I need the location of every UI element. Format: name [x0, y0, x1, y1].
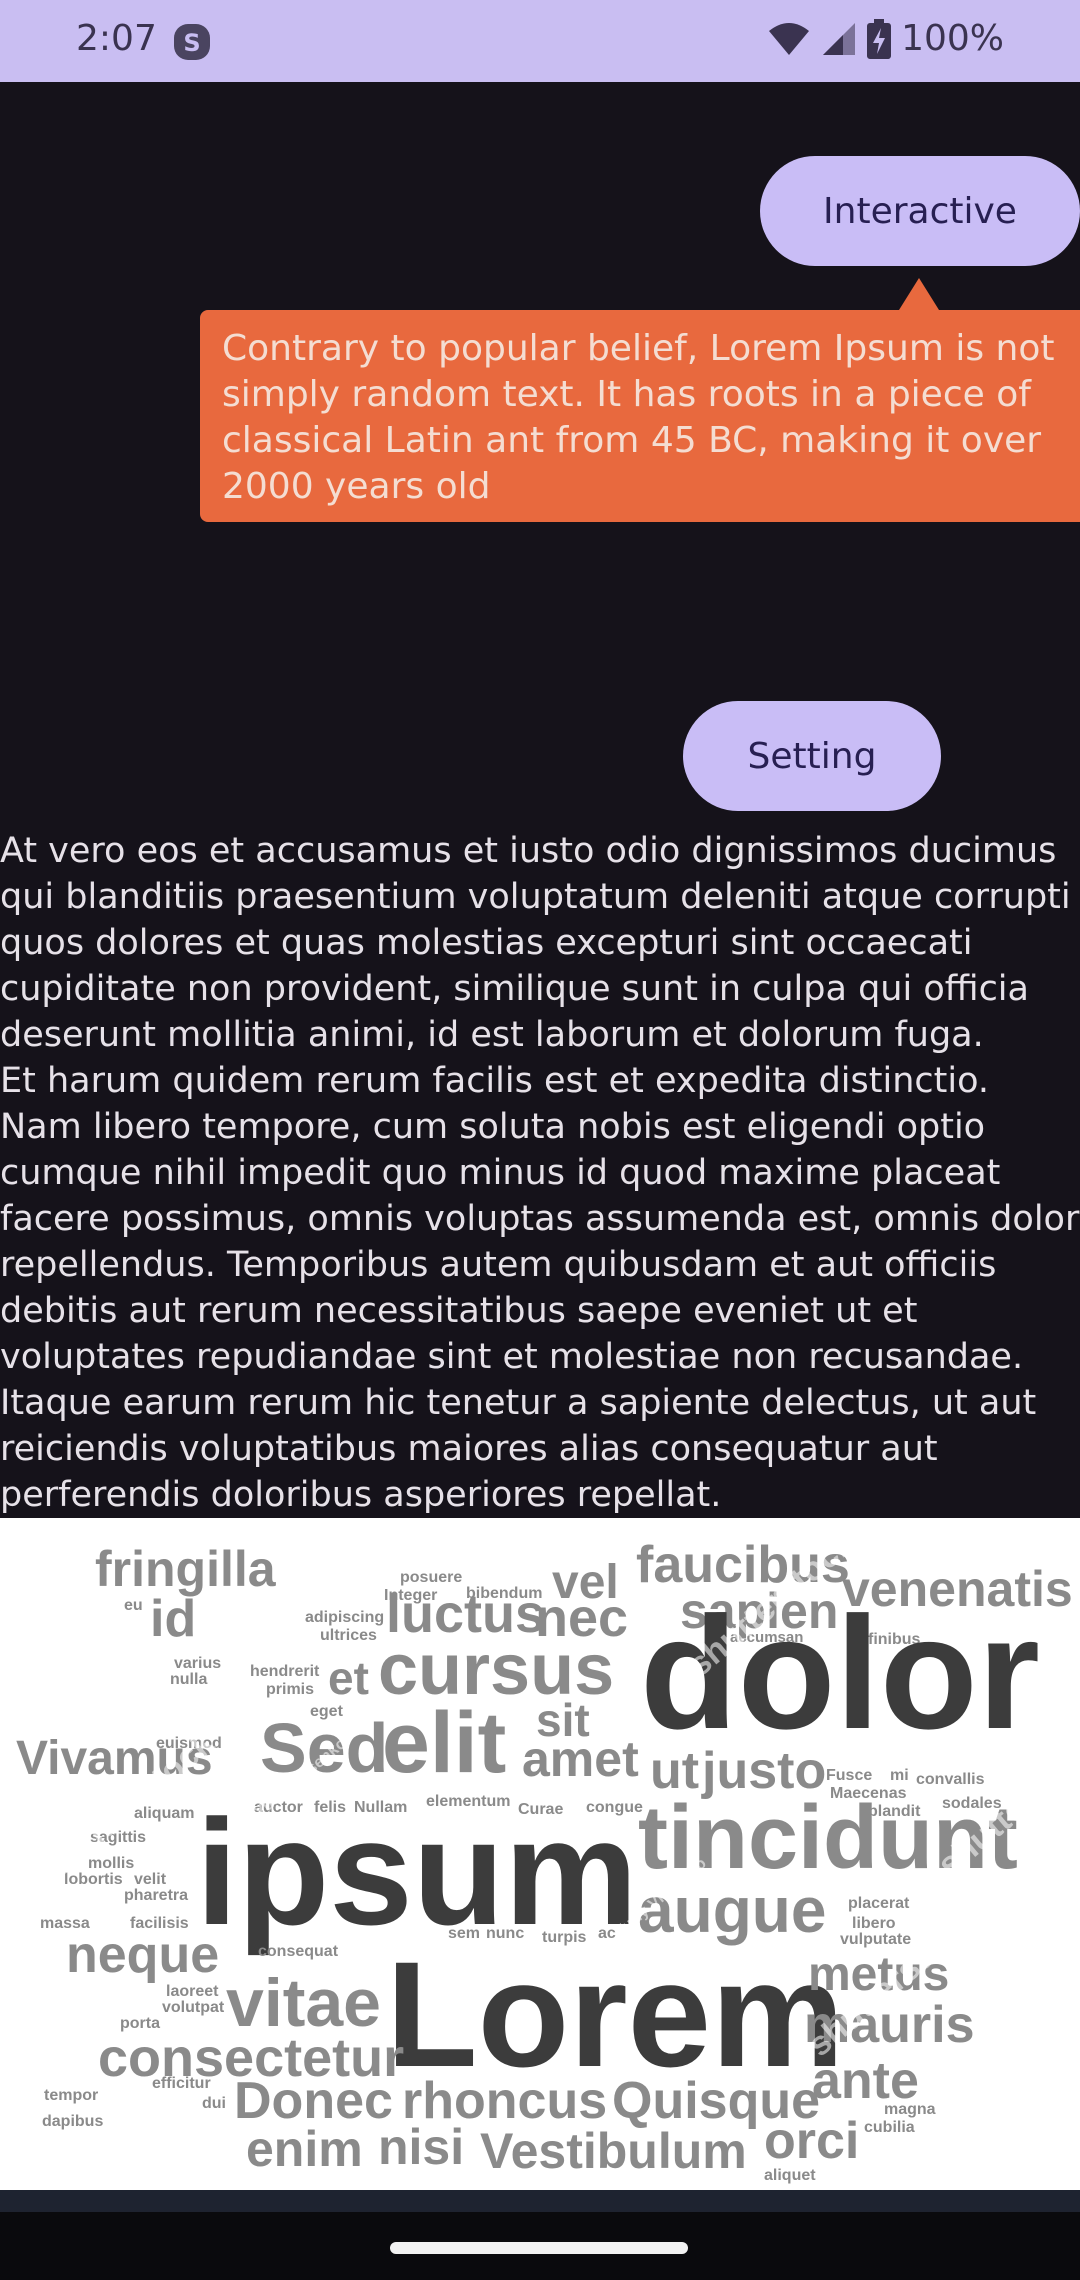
word-tempor: tempor: [44, 2087, 98, 2104]
word-cubilia: cubilia: [864, 2119, 915, 2136]
word-elit: elit: [382, 1695, 506, 1791]
word-enim: enim: [246, 2121, 363, 2177]
wifi-icon: [767, 21, 811, 57]
word-vel: vel: [552, 1556, 619, 1609]
word-libero: libero: [852, 1915, 896, 1932]
word-velit: velit: [134, 1871, 167, 1888]
setting-button[interactable]: Setting: [683, 701, 941, 811]
word-fringilla: fringilla: [95, 1541, 277, 1597]
skype-icon: S: [172, 22, 212, 62]
word-magna: magna: [884, 2101, 936, 2118]
word-dui: dui: [202, 2095, 226, 2112]
word-dapibus: dapibus: [42, 2113, 103, 2130]
word-ultrices: ultrices: [320, 1627, 377, 1644]
word-et: et: [328, 1652, 369, 1704]
body-text: At vero eos et accusamus et iusto odio d…: [0, 831, 1080, 1515]
word-varius: varius: [174, 1655, 221, 1672]
word-aliquet: aliquet: [764, 2167, 816, 2184]
status-time: 2:07: [76, 18, 157, 59]
word-nulla: nulla: [170, 1671, 207, 1688]
word-id: id: [150, 1590, 196, 1648]
word-volutpat: volutpat: [162, 1999, 225, 2016]
interactive-button[interactable]: Interactive: [760, 156, 1080, 266]
word-vulputate: vulputate: [840, 1931, 911, 1948]
word-orci: orci: [764, 2112, 859, 2170]
word-efficitur: efficitur: [152, 2075, 211, 2092]
word-hendrerit: hendrerit: [250, 1663, 320, 1680]
battery-percent: 100%: [901, 18, 1004, 59]
nav-divider: [0, 2190, 1080, 2212]
word-vestibulum: Vestibulum: [480, 2123, 747, 2179]
status-icons: 100%: [767, 18, 1004, 59]
word-amet: amet: [522, 1731, 639, 1787]
word-fusce: Fusce: [826, 1767, 872, 1784]
tooltip-arrow: [899, 278, 939, 310]
svg-text:S: S: [183, 29, 200, 57]
status-bar: 2:07 S 100%: [0, 0, 1080, 82]
signal-icon: [821, 21, 857, 57]
word-laoreet: laoreet: [166, 1983, 219, 2000]
word-primis: primis: [266, 1681, 314, 1698]
word-nisi: nisi: [378, 2119, 464, 2175]
word-placerat: placerat: [848, 1895, 910, 1912]
word-consequat: consequat: [258, 1943, 339, 1960]
word-eu: eu: [124, 1597, 143, 1614]
battery-charging-icon: [867, 18, 892, 59]
word-cloud-image: fringilla id eu posuere Integer bibendum adipi…: [0, 1518, 1080, 2190]
navigation-bar: [0, 2190, 1080, 2280]
word-mi: mi: [890, 1767, 909, 1784]
word-convallis: convallis: [916, 1771, 985, 1788]
tooltip: Contrary to popular belief, Lorem Ipsum …: [200, 310, 1080, 522]
word-pharetra: pharetra: [124, 1887, 188, 1904]
word-adipiscing: adipiscing: [305, 1609, 384, 1626]
word-neque: neque: [66, 1926, 219, 1984]
home-gesture-handle[interactable]: [390, 2242, 688, 2254]
